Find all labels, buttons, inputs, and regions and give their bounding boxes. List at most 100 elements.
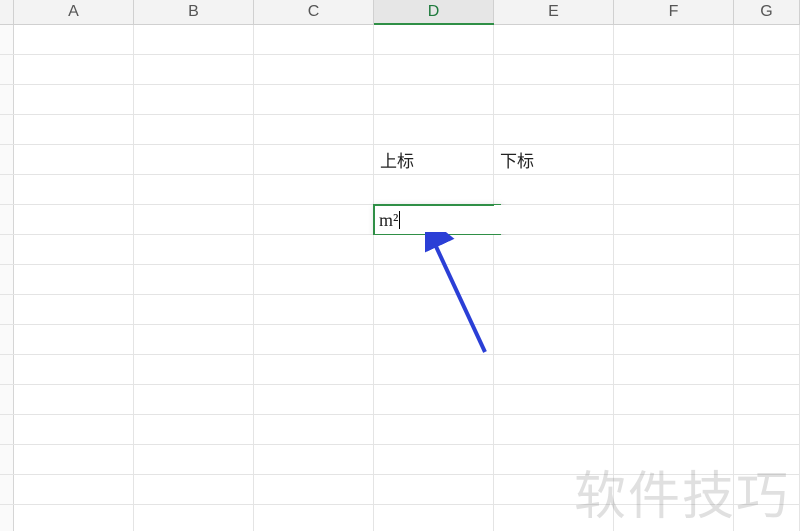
- cell-B13[interactable]: [134, 385, 254, 414]
- cell-C4[interactable]: [254, 115, 374, 144]
- cell-D14[interactable]: [374, 415, 494, 444]
- cell-F10[interactable]: [614, 295, 734, 324]
- cell-F2[interactable]: [614, 55, 734, 84]
- cell-C16[interactable]: [254, 475, 374, 504]
- cell-D3[interactable]: [374, 85, 494, 114]
- cell-A7[interactable]: [14, 205, 134, 234]
- cell-E14[interactable]: [494, 415, 614, 444]
- cell-D12[interactable]: [374, 355, 494, 384]
- row-header[interactable]: [0, 295, 14, 324]
- cell-A13[interactable]: [14, 385, 134, 414]
- cell-C9[interactable]: [254, 265, 374, 294]
- row-header[interactable]: [0, 85, 14, 114]
- cell-F14[interactable]: [614, 415, 734, 444]
- row-header[interactable]: [0, 415, 14, 444]
- column-header-D[interactable]: D: [374, 0, 494, 24]
- cell-G2[interactable]: [734, 55, 800, 84]
- cell-A5[interactable]: [14, 145, 134, 174]
- cell-D1[interactable]: [374, 25, 494, 54]
- cell-C12[interactable]: [254, 355, 374, 384]
- cell-A12[interactable]: [14, 355, 134, 384]
- cell-G11[interactable]: [734, 325, 800, 354]
- cell-G8[interactable]: [734, 235, 800, 264]
- cell-B8[interactable]: [134, 235, 254, 264]
- cell-D13[interactable]: [374, 385, 494, 414]
- cell-B1[interactable]: [134, 25, 254, 54]
- row-header[interactable]: [0, 355, 14, 384]
- cell-C11[interactable]: [254, 325, 374, 354]
- cell-A6[interactable]: [14, 175, 134, 204]
- cell-B5[interactable]: [134, 145, 254, 174]
- cell-F11[interactable]: [614, 325, 734, 354]
- row-header[interactable]: [0, 445, 14, 474]
- cell-F1[interactable]: [614, 25, 734, 54]
- select-all-corner[interactable]: [0, 0, 14, 24]
- cell-D7[interactable]: m²: [374, 205, 494, 234]
- cell-D15[interactable]: [374, 445, 494, 474]
- cell-C17[interactable]: [254, 505, 374, 531]
- cell-C3[interactable]: [254, 85, 374, 114]
- cell-A4[interactable]: [14, 115, 134, 144]
- cell-E10[interactable]: [494, 295, 614, 324]
- cell-G1[interactable]: [734, 25, 800, 54]
- cell-F12[interactable]: [614, 355, 734, 384]
- cell-E1[interactable]: [494, 25, 614, 54]
- row-header[interactable]: [0, 145, 14, 174]
- cell-A10[interactable]: [14, 295, 134, 324]
- cell-B4[interactable]: [134, 115, 254, 144]
- cell-D2[interactable]: [374, 55, 494, 84]
- cell-D8[interactable]: [374, 235, 494, 264]
- row-header[interactable]: [0, 175, 14, 204]
- cell-G4[interactable]: [734, 115, 800, 144]
- cell-G6[interactable]: [734, 175, 800, 204]
- cell-B16[interactable]: [134, 475, 254, 504]
- cell-D16[interactable]: [374, 475, 494, 504]
- cell-D5[interactable]: 上标: [374, 145, 494, 174]
- cell-D10[interactable]: [374, 295, 494, 324]
- cell-E2[interactable]: [494, 55, 614, 84]
- cell-A16[interactable]: [14, 475, 134, 504]
- row-header[interactable]: [0, 265, 14, 294]
- row-header[interactable]: [0, 205, 14, 234]
- row-header[interactable]: [0, 55, 14, 84]
- cell-G7[interactable]: [734, 205, 800, 234]
- cell-B3[interactable]: [134, 85, 254, 114]
- cell-A8[interactable]: [14, 235, 134, 264]
- column-header-B[interactable]: B: [134, 0, 254, 24]
- cell-C1[interactable]: [254, 25, 374, 54]
- column-header-E[interactable]: E: [494, 0, 614, 24]
- cell-F7[interactable]: [614, 205, 734, 234]
- cell-A17[interactable]: [14, 505, 134, 531]
- row-header[interactable]: [0, 25, 14, 54]
- cell-F8[interactable]: [614, 235, 734, 264]
- cell-B2[interactable]: [134, 55, 254, 84]
- cell-editor[interactable]: m²: [373, 204, 501, 236]
- cell-E8[interactable]: [494, 235, 614, 264]
- cell-D4[interactable]: [374, 115, 494, 144]
- cell-E4[interactable]: [494, 115, 614, 144]
- cell-C10[interactable]: [254, 295, 374, 324]
- row-header[interactable]: [0, 235, 14, 264]
- cell-C6[interactable]: [254, 175, 374, 204]
- cell-D9[interactable]: [374, 265, 494, 294]
- row-header[interactable]: [0, 325, 14, 354]
- cell-B14[interactable]: [134, 415, 254, 444]
- cell-C8[interactable]: [254, 235, 374, 264]
- cell-D11[interactable]: [374, 325, 494, 354]
- row-header[interactable]: [0, 115, 14, 144]
- cell-C14[interactable]: [254, 415, 374, 444]
- cell-F3[interactable]: [614, 85, 734, 114]
- cell-B7[interactable]: [134, 205, 254, 234]
- row-header[interactable]: [0, 385, 14, 414]
- cell-A9[interactable]: [14, 265, 134, 294]
- column-header-C[interactable]: C: [254, 0, 374, 24]
- cell-G9[interactable]: [734, 265, 800, 294]
- cell-E13[interactable]: [494, 385, 614, 414]
- cell-B15[interactable]: [134, 445, 254, 474]
- cell-F6[interactable]: [614, 175, 734, 204]
- cell-G13[interactable]: [734, 385, 800, 414]
- cell-G5[interactable]: [734, 145, 800, 174]
- column-header-A[interactable]: A: [14, 0, 134, 24]
- cell-E5[interactable]: 下标: [494, 145, 614, 174]
- cell-C5[interactable]: [254, 145, 374, 174]
